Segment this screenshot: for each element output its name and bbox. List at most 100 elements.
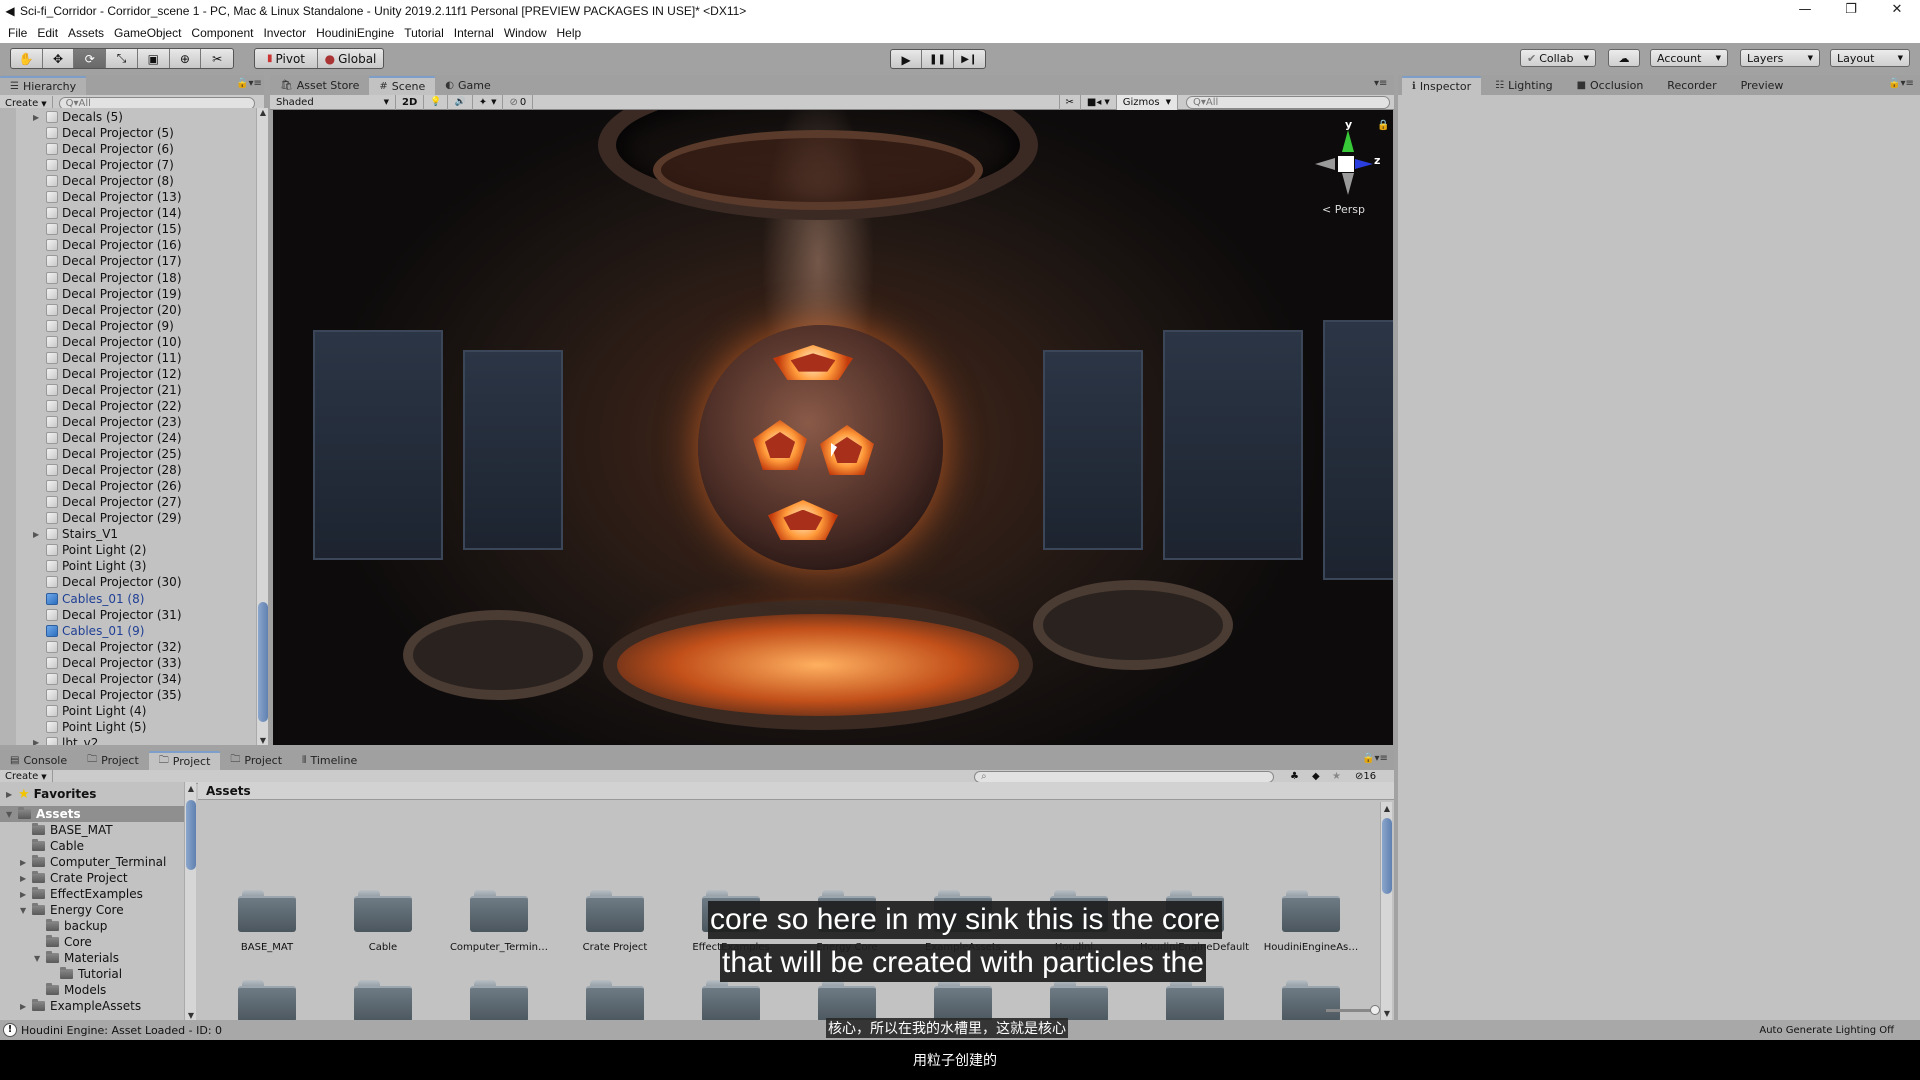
favorite-star-icon[interactable]: ★ bbox=[1332, 771, 1341, 782]
asset-breadcrumb[interactable]: Assets bbox=[198, 782, 1394, 800]
tab-inspector[interactable]: ℹ Inspector bbox=[1402, 76, 1482, 95]
hierarchy-item[interactable]: Decal Projector (25) bbox=[0, 446, 256, 462]
hierarchy-item[interactable]: Decal Projector (16) bbox=[0, 237, 256, 253]
hierarchy-item[interactable]: Decal Projector (19) bbox=[0, 286, 256, 302]
asset-folder[interactable] bbox=[1166, 980, 1224, 1022]
expand-arrow-icon[interactable]: ▶ bbox=[33, 113, 39, 122]
layout-dropdown[interactable]: Layout ▼ bbox=[1830, 49, 1910, 67]
gizmos-dropdown[interactable]: Gizmos ▼ bbox=[1116, 94, 1178, 110]
hierarchy-item[interactable]: Point Light (2) bbox=[0, 542, 256, 558]
hierarchy-item[interactable]: Decal Projector (26) bbox=[0, 478, 256, 494]
expand-arrow-icon[interactable]: ▶ bbox=[6, 790, 18, 799]
asset-folder[interactable] bbox=[354, 980, 412, 1022]
hidden-packages-toggle[interactable]: ⊘16 bbox=[1355, 771, 1376, 782]
hierarchy-item[interactable]: Point Light (5) bbox=[0, 719, 256, 735]
project-search-input[interactable]: ⌕ bbox=[974, 770, 1274, 783]
project-tree-item[interactable]: Models bbox=[0, 982, 184, 998]
expand-arrow-icon[interactable]: ▼ bbox=[6, 810, 18, 819]
tab-hierarchy[interactable]: ☰ Hierarchy bbox=[0, 76, 87, 95]
project-tree-item[interactable]: Tutorial bbox=[0, 966, 184, 982]
project-tree-item[interactable]: ▶ ★ Favorites bbox=[0, 786, 184, 802]
asset-folder[interactable] bbox=[934, 980, 992, 1022]
rect-tool-button[interactable]: ▣ bbox=[138, 49, 170, 68]
hierarchy-item[interactable]: Decal Projector (14) bbox=[0, 205, 256, 221]
asset-folder[interactable] bbox=[702, 980, 760, 1022]
asset-folder[interactable] bbox=[818, 980, 876, 1022]
effects-dropdown[interactable]: ✦ ▼ bbox=[473, 94, 504, 110]
menu-help[interactable]: Help bbox=[557, 26, 582, 40]
tab-recorder[interactable]: Recorder bbox=[1657, 76, 1726, 95]
hierarchy-item[interactable]: Decal Projector (34) bbox=[0, 671, 256, 687]
collab-button[interactable]: ✔ Collab ▼ bbox=[1520, 49, 1596, 67]
project-tree-item[interactable]: backup bbox=[0, 918, 184, 934]
scroll-thumb[interactable] bbox=[186, 800, 196, 870]
menu-houdiniengine[interactable]: HoudiniEngine bbox=[316, 26, 394, 40]
menu-invector[interactable]: Invector bbox=[263, 26, 306, 40]
pivot-button[interactable]: ▮ Pivot bbox=[255, 49, 319, 68]
lighting-toggle[interactable]: 💡 bbox=[424, 94, 449, 110]
scale-tool-button[interactable]: ⤡ bbox=[106, 49, 138, 68]
tab-lighting[interactable]: ☷ Lighting bbox=[1485, 76, 1562, 95]
hierarchy-item[interactable]: Point Light (3) bbox=[0, 558, 256, 574]
project-tree-item[interactable]: Cable bbox=[0, 838, 184, 854]
project-tree-scrollbar[interactable]: ▲ ▼ bbox=[184, 782, 196, 1020]
menu-assets[interactable]: Assets bbox=[68, 26, 104, 40]
tab-project[interactable]: 🗀 Project bbox=[77, 751, 149, 770]
project-tree-item[interactable]: BASE_MAT bbox=[0, 822, 184, 838]
hierarchy-item[interactable]: Decal Projector (22) bbox=[0, 398, 256, 414]
project-lock-icon[interactable]: 🔒▾≡ bbox=[1362, 753, 1388, 764]
hierarchy-item[interactable]: Decal Projector (20) bbox=[0, 302, 256, 318]
tab-game[interactable]: ◐ Game bbox=[435, 76, 500, 95]
restore-button[interactable]: ❐ bbox=[1828, 0, 1874, 22]
status-message[interactable]: Houdini Engine: Asset Loaded - ID: 0 bbox=[21, 1024, 222, 1037]
hierarchy-item[interactable]: ▶ Stairs_V1 bbox=[0, 526, 256, 542]
slider-handle[interactable] bbox=[1370, 1005, 1380, 1015]
hidden-objects-toggle[interactable]: ⊘ 0 bbox=[503, 94, 534, 110]
tab-project[interactable]: 🗀 Project bbox=[220, 751, 292, 770]
scroll-up-icon[interactable]: ▲ bbox=[185, 784, 197, 793]
filter-by-label-icon[interactable]: ◆ bbox=[1312, 771, 1320, 782]
hierarchy-item[interactable]: Decal Projector (31) bbox=[0, 607, 256, 623]
icon-size-slider[interactable] bbox=[1326, 1005, 1380, 1015]
hierarchy-item[interactable]: Decal Projector (27) bbox=[0, 494, 256, 510]
asset-folder[interactable] bbox=[470, 890, 528, 932]
hierarchy-item[interactable]: Decal Projector (21) bbox=[0, 382, 256, 398]
scroll-down-icon[interactable]: ▼ bbox=[1381, 1009, 1393, 1018]
tab-timeline[interactable]: ⦀ Timeline bbox=[292, 751, 367, 770]
hierarchy-item[interactable]: Decal Projector (23) bbox=[0, 414, 256, 430]
hierarchy-item[interactable]: Decal Projector (24) bbox=[0, 430, 256, 446]
expand-arrow-icon[interactable]: ▼ bbox=[34, 954, 46, 963]
gizmo-z-axis[interactable] bbox=[1355, 159, 1373, 169]
asset-folder[interactable] bbox=[238, 890, 296, 932]
project-tree-item[interactable]: ▼ Materials bbox=[0, 950, 184, 966]
scroll-up-icon[interactable]: ▲ bbox=[257, 108, 269, 117]
expand-arrow-icon[interactable]: ▶ bbox=[20, 874, 32, 883]
asset-folder[interactable] bbox=[1282, 980, 1340, 1022]
project-tree-item[interactable]: ▶ ExampleAssets bbox=[0, 998, 184, 1014]
asset-folder[interactable] bbox=[238, 980, 296, 1022]
scene-search-input[interactable]: Q▾All bbox=[1186, 95, 1390, 109]
menu-file[interactable]: File bbox=[8, 26, 27, 40]
expand-arrow-icon[interactable]: ▼ bbox=[20, 906, 32, 915]
menu-gameobject[interactable]: GameObject bbox=[114, 26, 181, 40]
hierarchy-item[interactable]: Decal Projector (11) bbox=[0, 350, 256, 366]
asset-folder[interactable] bbox=[354, 890, 412, 932]
2d-toggle[interactable]: 2D bbox=[396, 94, 425, 110]
global-button[interactable]: ● Global bbox=[318, 49, 383, 68]
scene-viewport[interactable] bbox=[273, 110, 1393, 745]
hierarchy-item[interactable]: Decal Projector (18) bbox=[0, 270, 256, 286]
hierarchy-item[interactable]: Decal Projector (32) bbox=[0, 639, 256, 655]
hierarchy-item[interactable]: Decal Projector (15) bbox=[0, 221, 256, 237]
tab-asset-store[interactable]: 🛍 Asset Store bbox=[270, 76, 369, 95]
hierarchy-item[interactable]: Decal Projector (35) bbox=[0, 687, 256, 703]
filter-by-type-icon[interactable]: ♣ bbox=[1290, 771, 1299, 782]
hierarchy-item[interactable]: ▶ lbt_v2 bbox=[0, 735, 256, 745]
projection-toggle[interactable]: < Persp bbox=[1322, 203, 1365, 216]
hierarchy-item[interactable]: Decal Projector (28) bbox=[0, 462, 256, 478]
scroll-up-icon[interactable]: ▲ bbox=[1381, 804, 1393, 813]
pause-button[interactable]: ❚❚ bbox=[922, 50, 954, 68]
inspector-lock-icon[interactable]: 🔒▾≡ bbox=[1888, 78, 1914, 89]
transform-tool-button[interactable]: ⊕ bbox=[170, 49, 202, 68]
gizmo-y-neg-axis[interactable] bbox=[1342, 173, 1354, 195]
hierarchy-item[interactable]: Decal Projector (7) bbox=[0, 157, 256, 173]
